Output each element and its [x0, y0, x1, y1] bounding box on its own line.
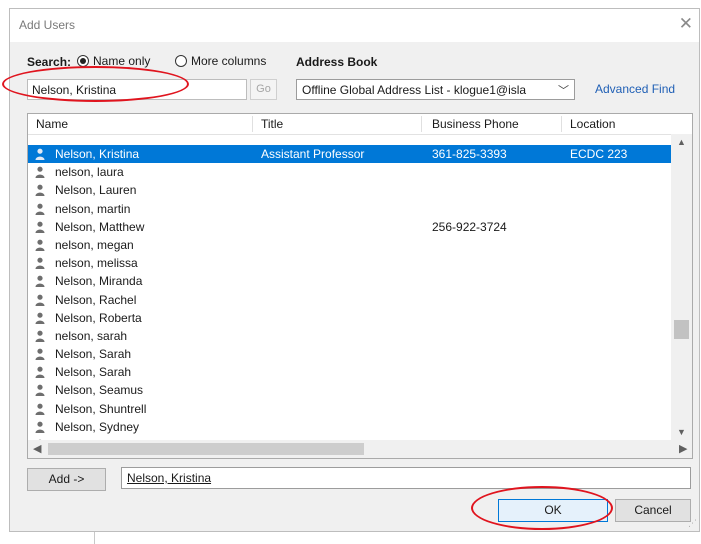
person-icon	[35, 166, 45, 179]
row-name: Nelson, Sarah	[55, 347, 132, 362]
row-name: nelson, laura	[55, 165, 124, 180]
person-icon	[35, 275, 45, 288]
column-header-location[interactable]: Location	[570, 117, 615, 131]
table-row[interactable]: Nelson, Rachel	[28, 291, 671, 309]
table-row[interactable]: Nelson, Miranda	[28, 272, 671, 290]
horizontal-scroll-thumb[interactable]	[48, 443, 364, 455]
add-users-dialog: Add Users ✕ Search: Name only More colum…	[9, 8, 700, 532]
users-list: Name Title Business Phone Location Nelso…	[27, 113, 693, 459]
add-button[interactable]: Add ->	[27, 468, 106, 491]
row-location: ECDC 223	[570, 147, 628, 161]
row-name: nelson, melissa	[55, 256, 138, 271]
cancel-button[interactable]: Cancel	[615, 499, 691, 522]
row-business-phone: 361-825-3393	[432, 147, 507, 161]
add-recipients-field[interactable]: Nelson, Kristina	[121, 467, 691, 489]
table-row[interactable]: nelson, sarah	[28, 327, 671, 345]
close-icon[interactable]: ✕	[679, 14, 693, 34]
row-name: Nelson, Seamus	[55, 383, 144, 398]
address-book-label: Address Book	[296, 55, 378, 69]
table-row[interactable]: nelson, martin	[28, 200, 671, 218]
radio-checked-icon	[77, 55, 89, 67]
dialog-title: Add Users	[19, 18, 76, 32]
search-label: Search:	[27, 55, 72, 69]
person-icon	[35, 348, 45, 361]
table-row[interactable]: Nelson, Roberta	[28, 309, 671, 327]
row-business-phone: 256-922-3724	[432, 219, 507, 234]
radio-name-only-label: Name only	[93, 54, 151, 68]
address-book-selected: Offline Global Address List - klogue1@is…	[302, 83, 527, 97]
row-name: nelson, megan	[55, 237, 134, 252]
table-row[interactable]: Nelson, Seamus	[28, 381, 671, 399]
person-icon	[35, 366, 45, 379]
address-book-select[interactable]: Offline Global Address List - klogue1@is…	[296, 79, 575, 100]
row-title: Assistant Professor	[261, 147, 365, 161]
list-header: Name Title Business Phone Location	[28, 114, 692, 135]
scroll-thumb[interactable]	[674, 320, 689, 339]
person-icon	[35, 148, 45, 160]
person-icon	[35, 184, 45, 197]
column-header-business-phone[interactable]: Business Phone	[432, 117, 519, 131]
person-icon	[35, 421, 45, 433]
list-rows: Nelson, Kristina Assistant Professor 361-8…	[28, 145, 671, 454]
row-name: Nelson, Matthew	[55, 219, 145, 234]
person-icon	[35, 294, 45, 306]
row-name: nelson, sarah	[55, 328, 128, 343]
scroll-down-icon[interactable]: ▼	[671, 427, 692, 437]
table-row[interactable]: Nelson, Matthew 256-922-3724	[28, 218, 671, 236]
row-name: Nelson, Kristina	[55, 147, 140, 161]
scroll-left-icon[interactable]: ◀	[33, 442, 41, 455]
person-icon	[35, 221, 45, 233]
title-bar: Add Users ✕	[10, 9, 699, 42]
ok-button[interactable]: OK	[498, 499, 608, 522]
table-row[interactable]: nelson, laura	[28, 163, 671, 181]
scroll-right-icon[interactable]: ▶	[679, 442, 687, 455]
column-divider[interactable]	[561, 116, 562, 132]
table-row[interactable]: Nelson, Lauren	[28, 181, 671, 199]
advanced-find-link[interactable]: Advanced Find	[595, 82, 675, 96]
table-row[interactable]: Nelson, Shuntrell	[28, 400, 671, 418]
person-icon	[35, 257, 45, 270]
column-divider[interactable]	[252, 116, 253, 132]
table-row[interactable]: Nelson, Kristina Assistant Professor 361-8…	[28, 145, 671, 164]
row-name: Nelson, Rachel	[55, 292, 137, 307]
row-name: Nelson, Sydney	[55, 419, 140, 434]
person-icon	[35, 385, 45, 397]
table-row[interactable]: nelson, megan	[28, 236, 671, 254]
person-icon	[35, 203, 45, 215]
table-row[interactable]: Nelson, Sarah	[28, 363, 671, 381]
column-header-title[interactable]: Title	[261, 117, 283, 131]
row-name: Nelson, Sarah	[55, 365, 132, 380]
radio-more-columns-label: More columns	[191, 54, 267, 68]
table-row[interactable]: Nelson, Sarah	[28, 345, 671, 363]
search-input[interactable]: Nelson, Kristina	[27, 79, 247, 100]
backdrop-divider	[94, 532, 95, 544]
row-name: Nelson, Shuntrell	[55, 401, 147, 416]
horizontal-scrollbar[interactable]: ◀ ▶	[28, 440, 692, 458]
person-icon	[35, 312, 45, 324]
row-name: nelson, martin	[55, 201, 131, 216]
person-icon	[35, 239, 45, 251]
table-row[interactable]: Nelson, Sydney	[28, 418, 671, 436]
chevron-down-icon: ﹀	[558, 85, 569, 97]
column-divider[interactable]	[421, 116, 422, 132]
row-name: Nelson, Roberta	[55, 310, 142, 325]
radio-name-only[interactable]: Name only	[77, 54, 150, 68]
resize-grip-icon[interactable]: ⋰	[688, 518, 697, 529]
row-name: Nelson, Lauren	[55, 183, 137, 198]
radio-unchecked-icon	[175, 55, 187, 67]
radio-more-columns[interactable]: More columns	[175, 54, 266, 68]
scroll-up-icon[interactable]: ▲	[671, 137, 692, 147]
person-icon	[35, 403, 45, 415]
vertical-scrollbar[interactable]: ▲ ▼	[671, 134, 692, 440]
table-row[interactable]: nelson, melissa	[28, 254, 671, 272]
column-header-name[interactable]: Name	[36, 117, 68, 131]
add-recipient-name: Nelson, Kristina	[127, 471, 212, 485]
row-name: Nelson, Miranda	[55, 274, 143, 289]
go-button[interactable]: Go	[250, 79, 277, 100]
person-icon	[35, 330, 45, 342]
